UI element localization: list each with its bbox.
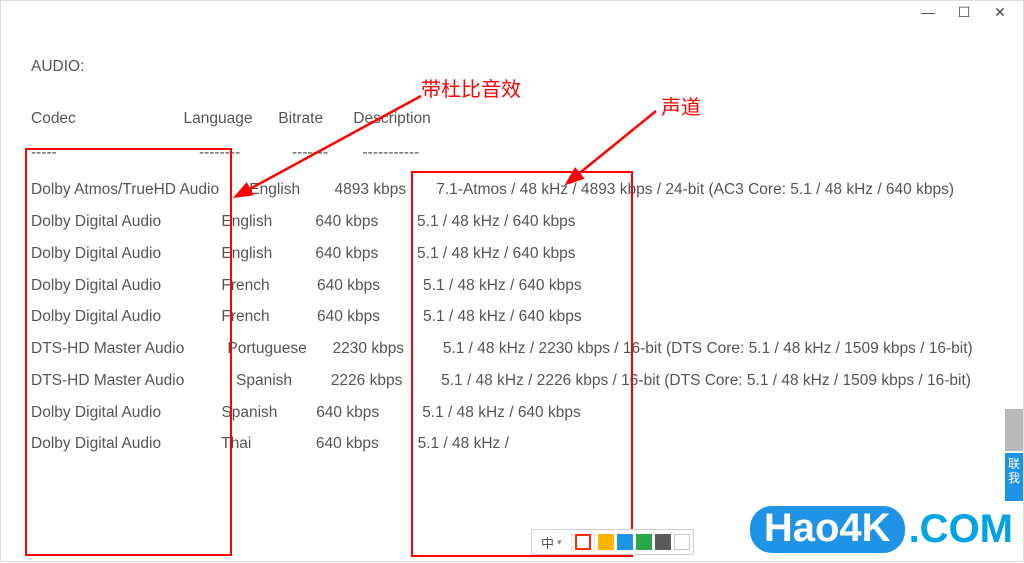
ime-toolbar[interactable]: 中 ▾ bbox=[531, 529, 694, 555]
section-title: AUDIO: bbox=[31, 51, 1013, 83]
header-description: Description bbox=[353, 110, 431, 127]
header-underline: ----- -------- ------- ----------- bbox=[31, 137, 1013, 169]
header-language: Language bbox=[183, 110, 252, 127]
header-bitrate: Bitrate bbox=[278, 110, 323, 127]
audio-info-block: AUDIO: Codec Language Bitrate Descriptio… bbox=[31, 51, 1013, 460]
contact-tab[interactable]: 联我 bbox=[1005, 453, 1023, 501]
header-codec: Codec bbox=[31, 110, 76, 127]
audio-track-list: Dolby Atmos/TrueHD Audio English 4893 kb… bbox=[31, 174, 1013, 460]
column-headers: Codec Language Bitrate Description bbox=[31, 103, 1013, 135]
audio-row: DTS-HD Master Audio Portuguese 2230 kbps… bbox=[31, 333, 1013, 365]
audio-row: Dolby Digital Audio French 640 kbps 5.1 … bbox=[31, 270, 1013, 302]
color-swatch-green[interactable] bbox=[636, 534, 652, 550]
color-swatch-orange[interactable] bbox=[598, 534, 614, 550]
audio-row: Dolby Digital Audio French 640 kbps 5.1 … bbox=[31, 301, 1013, 333]
color-swatch-white[interactable] bbox=[674, 534, 690, 550]
audio-row: Dolby Digital Audio English 640 kbps 5.1… bbox=[31, 206, 1013, 238]
audio-row: Dolby Digital Audio Thai 640 kbps 5.1 / … bbox=[31, 428, 1013, 460]
ime-shape-tool[interactable] bbox=[575, 534, 591, 550]
chevron-down-icon: ▾ bbox=[557, 537, 562, 548]
audio-row: Dolby Digital Audio Spanish 640 kbps 5.1… bbox=[31, 397, 1013, 429]
color-swatch-blue[interactable] bbox=[617, 534, 633, 550]
minimize-icon[interactable]: — bbox=[921, 4, 935, 20]
scrollbar-thumb[interactable] bbox=[1005, 409, 1023, 451]
close-icon[interactable]: ✕ bbox=[993, 4, 1007, 21]
audio-row: Dolby Atmos/TrueHD Audio English 4893 kb… bbox=[31, 174, 1013, 206]
color-swatch-dark[interactable] bbox=[655, 534, 671, 550]
audio-row: Dolby Digital Audio English 640 kbps 5.1… bbox=[31, 238, 1013, 270]
audio-row: DTS-HD Master Audio Spanish 2226 kbps 5.… bbox=[31, 365, 1013, 397]
maximize-icon[interactable]: ☐ bbox=[957, 4, 971, 21]
ime-mode[interactable]: 中 ▾ bbox=[535, 532, 568, 552]
window-titlebar: — ☐ ✕ bbox=[1, 1, 1023, 23]
watermark-logo: Hao4K.COM bbox=[750, 506, 1013, 553]
